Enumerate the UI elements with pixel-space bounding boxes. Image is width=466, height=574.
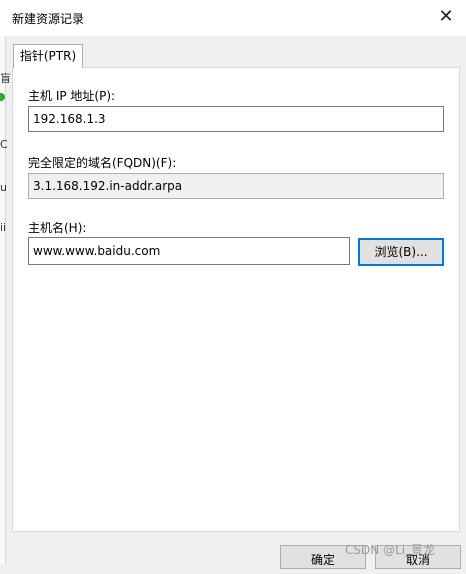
- background-window-edge: 盲 C u ii: [0, 36, 11, 565]
- background-fragment: 盲: [0, 72, 11, 85]
- host-ip-label: 主机 IP 地址(P):: [28, 89, 116, 103]
- fqdn-label: 完全限定的域名(FQDN)(F):: [28, 156, 177, 170]
- background-fragment: ii: [0, 221, 7, 234]
- host-name-label: 主机名(H):: [28, 221, 87, 235]
- tab-panel: [12, 67, 460, 532]
- tab-ptr[interactable]: 指针(PTR): [13, 44, 83, 68]
- title-bar: 新建资源记录 ✕: [0, 0, 466, 36]
- window-title: 新建资源记录: [12, 12, 85, 26]
- host-name-input[interactable]: [28, 237, 350, 265]
- background-fragment: C: [0, 138, 8, 151]
- background-fragment: u: [0, 181, 7, 194]
- watermark: CSDN @Li_景龙: [345, 543, 436, 557]
- browse-button[interactable]: 浏览(B)...: [358, 238, 444, 266]
- host-ip-input[interactable]: [28, 106, 444, 132]
- status-dot-icon: [0, 93, 5, 101]
- fqdn-field: 3.1.168.192.in-addr.arpa: [28, 173, 444, 199]
- close-icon[interactable]: ✕: [426, 0, 466, 36]
